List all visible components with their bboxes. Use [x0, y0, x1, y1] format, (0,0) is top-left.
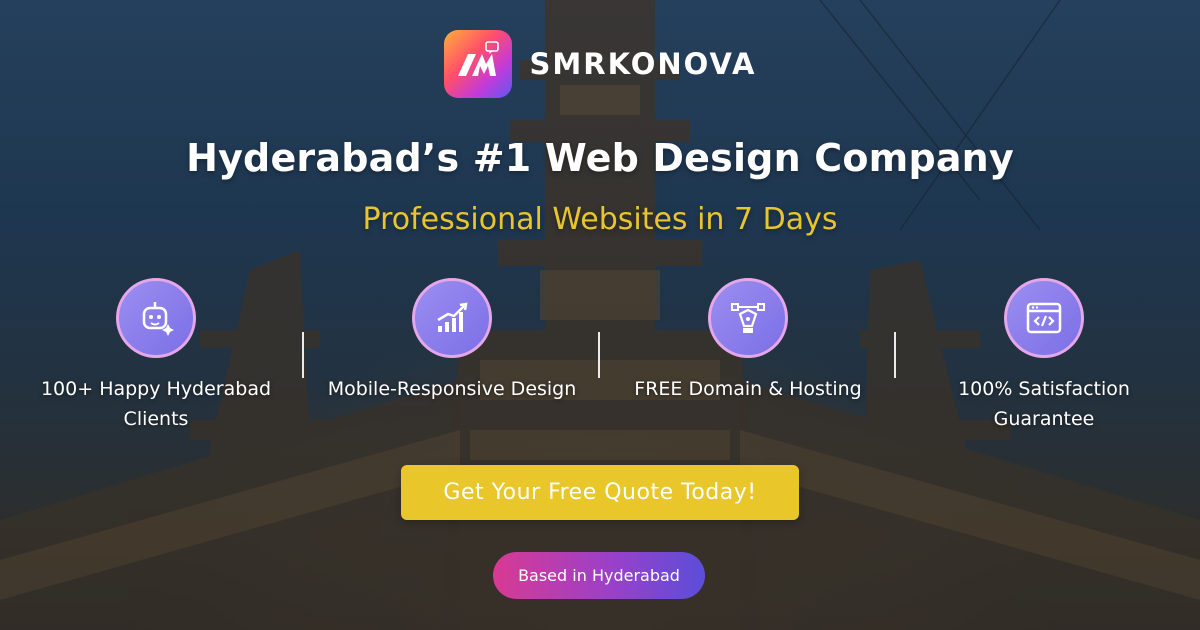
feature-item-clients: 100+ Happy Hyderabad Clients [8, 278, 304, 438]
code-window-icon [1004, 278, 1084, 358]
feature-label: 100% Satisfaction Guarantee [958, 378, 1130, 430]
features-row: 100+ Happy Hyderabad Clients Mobile-Resp… [8, 278, 1192, 438]
promo-banner: SMRKONOVA Hyderabad’s #1 Web Design Comp… [0, 0, 1200, 630]
feature-label: 100+ Happy Hyderabad Clients [40, 378, 272, 430]
feature-label: FREE Domain & Hosting [634, 378, 862, 400]
brand-name: SMRKONOVA [529, 47, 757, 81]
pen-tool-icon [708, 278, 788, 358]
sm-logo-mark [457, 41, 499, 76]
location-badge: Based in Hyderabad [493, 552, 705, 599]
logo-icon[interactable] [443, 30, 512, 98]
robot-sparkle-icon [116, 278, 196, 358]
brand-header: SMRKONOVA [0, 30, 1200, 98]
feature-item-responsive: Mobile-Responsive Design [304, 278, 600, 438]
growth-chart-icon [412, 278, 492, 358]
feature-item-guarantee: 100% Satisfaction Guarantee [896, 278, 1192, 438]
feature-item-hosting: FREE Domain & Hosting [600, 278, 896, 438]
page-subheadline: Professional Websites in 7 Days [362, 202, 838, 237]
page-headline: Hyderabad’s #1 Web Design Company [186, 136, 1014, 180]
chat-bubble-icon [484, 41, 499, 52]
get-quote-button[interactable]: Get Your Free Quote Today! [401, 465, 799, 520]
feature-label: Mobile-Responsive Design [327, 378, 577, 400]
